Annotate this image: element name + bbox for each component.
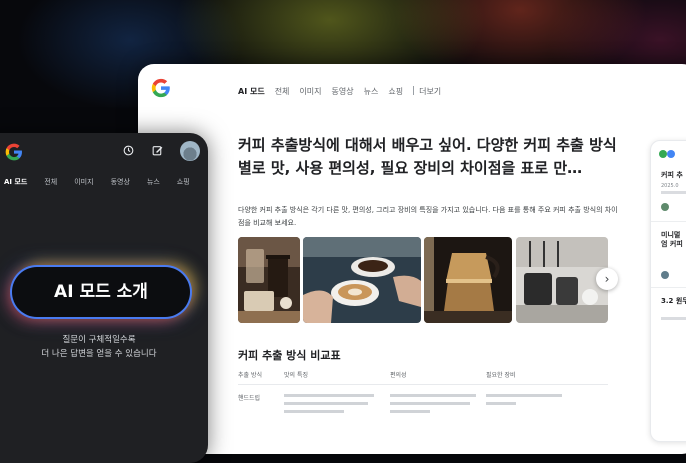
photo-carousel — [238, 237, 608, 323]
tab-news[interactable]: 뉴스 — [147, 177, 160, 187]
subtitle-line: 질문이 구체적일수록 — [62, 335, 136, 345]
table-header-row: 추출 방식 맛의 특징 편의성 필요한 장비 — [238, 370, 608, 384]
latte-cups-photo[interactable] — [303, 237, 421, 323]
table-header-equipment: 필요한 장비 — [486, 372, 516, 379]
tab-shopping[interactable]: 쇼핑 — [177, 177, 190, 187]
carousel-next-button[interactable]: › — [596, 268, 618, 290]
comparison-table-title: 커피 추출 방식 비교표 — [238, 349, 341, 362]
comparison-table: 추출 방식 맛의 특징 편의성 필요한 장비 핸드드립 — [238, 370, 608, 423]
side-item-title[interactable]: 미니멀 엄 커피 — [661, 231, 686, 249]
table-header-convenience: 편의성 — [390, 372, 407, 379]
source-favicon-icon — [661, 203, 669, 211]
subtitle-line: 더 나은 답변을 얻을 수 있습니다 — [41, 349, 157, 359]
tab-shopping[interactable]: 쇼핑 — [388, 86, 403, 97]
tab-images[interactable]: 이미지 — [299, 86, 321, 97]
tab-news[interactable]: 뉴스 — [364, 86, 379, 97]
history-icon[interactable] — [121, 144, 135, 158]
chevron-right-icon: › — [604, 272, 610, 286]
edit-icon[interactable] — [150, 144, 164, 158]
side-item-blurred-text — [661, 191, 686, 194]
tab-videos[interactable]: 동영상 — [111, 177, 130, 187]
source-favicon-icon — [667, 150, 675, 158]
table-cell-blurred — [284, 393, 390, 423]
desktop-search-window: AI 모드 전체 이미지 동영상 뉴스 쇼핑 더보기 커피 추출방식에 대해서 … — [138, 64, 686, 454]
side-item-blurred-text — [661, 317, 686, 320]
source-favicon-icon — [659, 150, 667, 158]
table-cell-blurred — [486, 393, 596, 423]
avatar[interactable] — [180, 141, 200, 161]
mobile-search-window: AI 모드 전체 이미지 동영상 뉴스 쇼핑 AI 모드 소개 질문이 구체적일… — [0, 133, 208, 463]
table-row: 핸드드립 — [238, 384, 608, 423]
tab-videos[interactable]: 동영상 — [332, 86, 354, 97]
table-cell-blurred — [390, 393, 486, 423]
tab-ai-mode[interactable]: AI 모드 — [4, 177, 27, 187]
desktop-tab-bar: AI 모드 전체 이미지 동영상 뉴스 쇼핑 더보기 — [238, 86, 451, 97]
source-side-panel[interactable]: 커피 추 2025.0 미니멀 엄 커피 3.2 원두 — [650, 140, 686, 442]
tab-ai-mode[interactable]: AI 모드 — [238, 86, 265, 97]
divider — [651, 287, 686, 288]
tab-divider — [413, 86, 415, 95]
divider — [651, 221, 686, 222]
table-cell-method: 핸드드립 — [238, 395, 261, 402]
table-header-taste: 맛의 특징 — [284, 372, 308, 379]
ai-mode-intro-button[interactable]: AI 모드 소개 — [12, 267, 190, 317]
table-header-method: 추출 방식 — [238, 372, 262, 379]
moka-pot-photo[interactable] — [424, 237, 512, 323]
tab-images[interactable]: 이미지 — [74, 177, 93, 187]
answer-text: 다양한 커피 추출 방식은 각기 다른 맛, 편의성, 그리고 장비의 특징을 … — [238, 206, 618, 227]
coffee-press-photo[interactable] — [238, 237, 300, 323]
ai-mode-subtitle: 질문이 구체적일수록 더 나은 답변을 얻을 수 있습니다 — [4, 333, 194, 361]
tab-more[interactable]: 더보기 — [419, 86, 441, 97]
mobile-tab-bar: AI 모드 전체 이미지 동영상 뉴스 쇼핑 — [4, 177, 207, 187]
side-item-title[interactable]: 커피 추 — [661, 171, 683, 180]
espresso-machine-photo[interactable] — [516, 237, 608, 323]
query-title: 커피 추출방식에 대해서 배우고 싶어. 다양한 커피 추출 방식별로 맛, 사… — [238, 136, 617, 177]
side-item-meta: 2025.0 — [661, 183, 679, 189]
tab-all[interactable]: 전체 — [44, 177, 57, 187]
tab-all[interactable]: 전체 — [275, 86, 290, 97]
side-item-title[interactable]: 3.2 원두 — [661, 297, 686, 306]
source-favicon-icon — [661, 271, 669, 279]
google-logo[interactable] — [150, 76, 172, 100]
google-logo[interactable] — [4, 141, 24, 163]
